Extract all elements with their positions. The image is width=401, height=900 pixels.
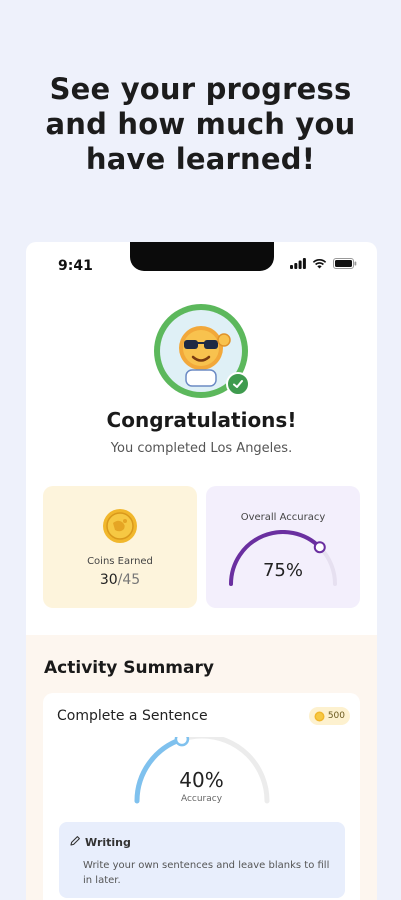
status-icons [290, 258, 357, 269]
activity-accuracy-value: 40% [179, 768, 224, 792]
activity-card[interactable]: Complete a Sentence 500 40% Accuracy Wri… [43, 693, 360, 900]
congratulations-title: Congratulations! [106, 408, 297, 432]
phone-notch [130, 242, 274, 271]
writing-mode-box: Writing Write your own sentences and lea… [59, 822, 345, 898]
coins-earned-count: 30 [99, 572, 118, 588]
signal-icon [290, 258, 306, 269]
headline-line-3: have learned! [85, 142, 316, 176]
coins-label: Coins Earned [87, 556, 153, 567]
activity-gauge-knob [174, 737, 190, 747]
writing-title: Writing [85, 836, 131, 849]
check-icon [226, 372, 250, 396]
completed-subtitle: You completed Los Angeles. [110, 441, 293, 456]
points-badge: 500 [308, 707, 350, 725]
activity-accuracy-label: Accuracy [180, 794, 223, 804]
status-bar: 9:41 [26, 242, 377, 282]
activity-summary-title: Activity Summary [44, 658, 214, 678]
status-time: 9:41 [58, 258, 93, 274]
avatar [154, 304, 250, 398]
battery-icon [333, 258, 357, 269]
headline-line-1: See your progress [49, 72, 352, 106]
writing-description: Write your own sentences and leave blank… [83, 860, 330, 886]
coins-total-count: /45 [117, 572, 141, 588]
pencil-icon [70, 836, 80, 846]
phone-screen: 9:41 Congratulations! You completed Los … [26, 242, 377, 900]
accuracy-label: Overall Accuracy [240, 512, 326, 523]
headline: See your progress and how much you have … [0, 72, 401, 177]
coins-earned-card: Coins Earned 30/45 [43, 486, 197, 608]
overall-accuracy-card: Overall Accuracy 75% [206, 486, 360, 608]
wifi-icon [312, 259, 327, 269]
accuracy-gauge-knob [313, 541, 326, 554]
points-value: 500 [327, 711, 345, 721]
coin-icon [314, 711, 325, 721]
activity-name: Complete a Sentence [57, 708, 208, 724]
coins-value: 30/45 [43, 572, 197, 588]
accuracy-value: 75% [262, 560, 303, 581]
headline-line-2: and how much you [45, 107, 356, 141]
coin-icon [102, 508, 138, 548]
